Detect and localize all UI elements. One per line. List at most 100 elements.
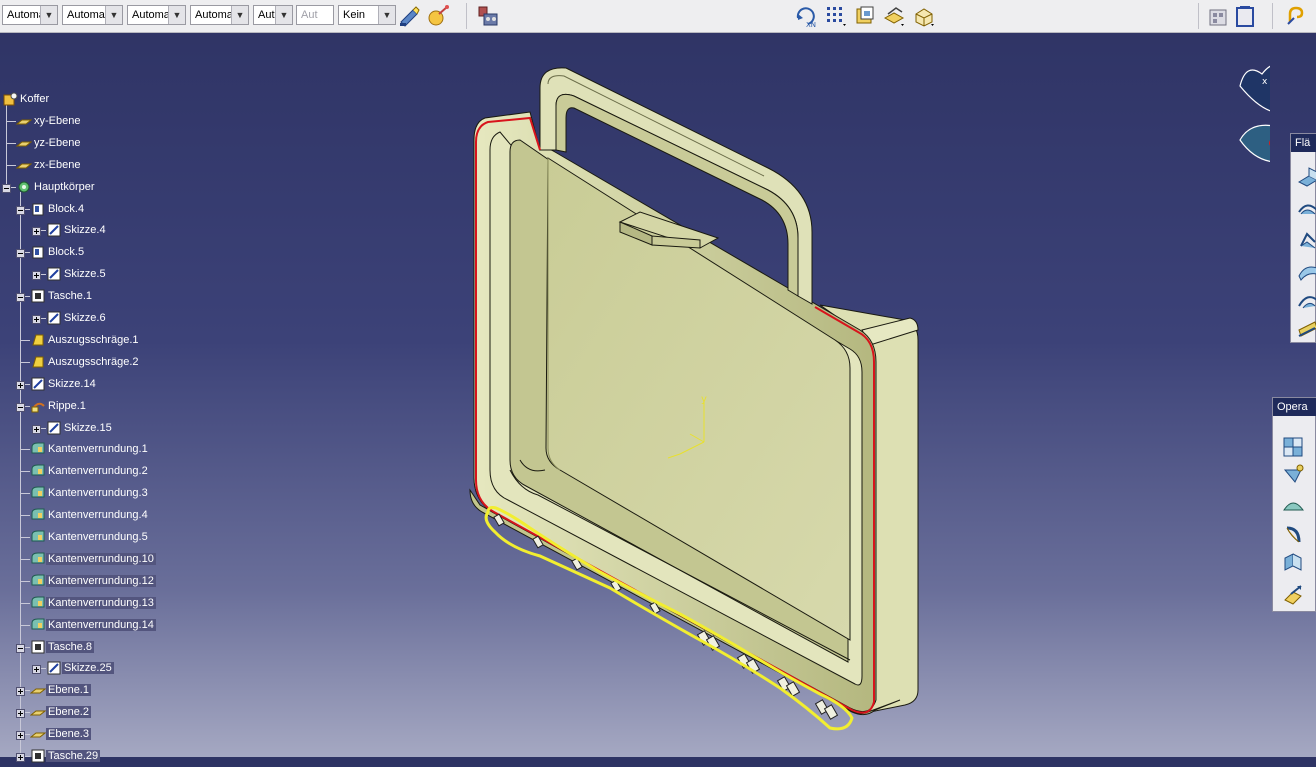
hide-show-icon[interactable] [912,4,936,28]
tree-item-kantenverrundung-1[interactable]: Kantenverrundung.1 [0,440,240,458]
tree-item-block-5[interactable]: Block.5 [0,243,240,261]
tree-item-tasche-29[interactable]: Tasche.29 [0,747,240,765]
tree-item-kantenverrundung-12[interactable]: Kantenverrundung.12 [0,572,240,590]
shape-fillet-icon[interactable] [1281,550,1305,576]
grid-icon[interactable] [824,4,848,28]
compass-widget[interactable] [1239,58,1270,162]
tree-item-yz-ebene[interactable]: yz-Ebene [0,134,240,152]
tree-item-label: Kantenverrundung.3 [48,487,148,500]
shading-icon[interactable] [882,4,906,28]
catalog-icon[interactable] [1206,4,1230,28]
tree-item-auszugsschraege-2[interactable]: Auszugsschräge.2 [0,353,240,371]
tree-item-label: Kantenverrundung.2 [48,465,148,478]
tree-item-skizze-4[interactable]: Skizze.4 [0,221,240,239]
join-icon[interactable] [1281,434,1305,460]
apply-material-icon[interactable] [476,4,500,28]
tree-item-koffer[interactable]: Koffer [0,90,240,108]
fit-all-icon[interactable]: XN [794,4,818,29]
tree-item-rippe-1[interactable]: Rippe.1 [0,397,240,415]
expand-plus-icon[interactable] [32,664,41,675]
tree-item-label: Tasche.8 [46,640,95,653]
extract-icon[interactable] [1281,522,1305,548]
viewport-3d[interactable]: y z x [240,32,1270,757]
rendering-style-field[interactable]: Aut [296,5,334,25]
tree-item-kantenverrundung-14[interactable]: Kantenverrundung.14 [0,616,240,634]
chevron-down-icon[interactable]: ▼ [105,6,122,24]
tree-item-xy-ebene[interactable]: xy-Ebene [0,112,240,130]
expand-plus-icon[interactable] [32,226,41,237]
sweep-surface-icon[interactable] [1295,288,1316,314]
collapse-minus-icon[interactable] [16,643,25,653]
surfaces-toolbar-title[interactable]: Flä [1291,134,1316,152]
tree-item-label: Kantenverrundung.5 [48,531,148,543]
extrude-surface-icon[interactable] [1295,164,1316,190]
tree-item-kantenverrundung-4[interactable]: Kantenverrundung.4 [0,506,240,524]
translate-icon[interactable] [1281,582,1305,608]
chevron-down-icon[interactable]: ▼ [231,6,248,24]
tree-item-ebene-3[interactable]: Ebene.3 [0,725,240,743]
layer-combo-value: Kein [343,9,366,21]
tree-item-kantenverrundung-5[interactable]: Kantenverrundung.5 [0,528,240,546]
tree-item-tasche-1[interactable]: Tasche.1 [0,287,240,305]
fillet-icon [30,507,46,523]
graphic-properties-icon[interactable] [426,4,450,28]
tree-item-skizze-6[interactable]: Skizze.6 [0,309,240,327]
line-type-combo[interactable]: Automa ▼ [190,5,249,25]
expand-plus-icon[interactable] [32,314,41,324]
tree-item-kantenverrundung-10[interactable]: Kantenverrundung.10 [0,550,240,568]
tree-connector-line [20,624,30,626]
line-thickness-combo[interactable]: Automa ▼ [127,5,186,25]
tree-item-ebene-1[interactable]: Ebene.1 [0,681,240,699]
collapse-minus-icon[interactable] [16,686,25,697]
transparency-combo[interactable]: Automat ▼ [62,5,123,25]
tree-item-label: Kantenverrundung.10 [46,552,156,565]
tree-item-zx-ebene[interactable]: zx-Ebene [0,156,240,174]
tree-item-kantenverrundung-2[interactable]: Kantenverrundung.2 [0,462,240,480]
collapse-minus-icon[interactable] [16,205,25,215]
view-mode-icon[interactable] [854,4,878,28]
collapse-minus-icon[interactable] [16,708,25,719]
point-type-combo[interactable]: Aut ▼ [253,5,293,25]
tree-connector-line [20,361,30,363]
tree-item-tasche-8[interactable]: Tasche.8 [0,638,240,656]
tree-item-label: Kantenverrundung.4 [48,509,148,522]
sphere-surface-icon[interactable] [1295,228,1316,254]
tree-item-skizze-5[interactable]: Skizze.5 [0,265,240,283]
collapse-minus-icon[interactable] [16,248,25,259]
boundary-icon[interactable] [1281,494,1305,520]
revolve-surface-icon[interactable] [1295,196,1316,222]
split-icon[interactable] [1281,462,1305,488]
tree-item-label: Kantenverrundung.1 [48,443,148,456]
suitcase-model[interactable] [469,67,919,716]
operations-toolbar-title[interactable]: Opera [1273,398,1316,416]
whats-this-help-icon[interactable] [1284,4,1308,28]
tree-item-kantenverrundung-3[interactable]: Kantenverrundung.3 [0,484,240,502]
tree-item-hauptkoerper[interactable]: Hauptkörper [0,178,240,196]
pocket-icon [30,288,46,304]
fill-surface-icon[interactable] [1295,316,1316,342]
chevron-down-icon[interactable]: ▼ [168,6,185,24]
collapse-minus-icon[interactable] [16,380,25,390]
collapse-minus-icon[interactable] [2,183,11,193]
chevron-down-icon[interactable]: ▼ [378,6,395,24]
expand-plus-icon[interactable] [32,424,41,434]
tree-item-skizze-14[interactable]: Skizze.14 [0,375,240,393]
format-painter-icon[interactable] [398,4,422,28]
fullscreen-icon[interactable] [1233,4,1257,28]
tree-item-skizze-15[interactable]: Skizze.15 [0,419,240,437]
tree-item-block-4[interactable]: Block.4 [0,200,240,218]
tree-item-label: Skizze.14 [48,377,96,390]
offset-surface-icon[interactable] [1295,258,1316,284]
expand-plus-icon[interactable] [32,270,41,281]
collapse-minus-icon[interactable] [16,292,25,303]
collapse-minus-icon[interactable] [16,730,25,741]
layer-combo[interactable]: Kein ▼ [338,5,396,25]
collapse-minus-icon[interactable] [16,402,25,412]
tree-item-skizze-25[interactable]: Skizze.25 [0,659,240,677]
tree-item-ebene-2[interactable]: Ebene.2 [0,703,240,721]
tree-item-kantenverrundung-13[interactable]: Kantenverrundung.13 [0,594,240,612]
tree-item-auszugsschraege-1[interactable]: Auszugsschräge.1 [0,331,240,349]
color-combo[interactable]: Automa ▼ [2,5,58,25]
chevron-down-icon[interactable]: ▼ [40,6,57,24]
chevron-down-icon[interactable]: ▼ [275,6,292,24]
